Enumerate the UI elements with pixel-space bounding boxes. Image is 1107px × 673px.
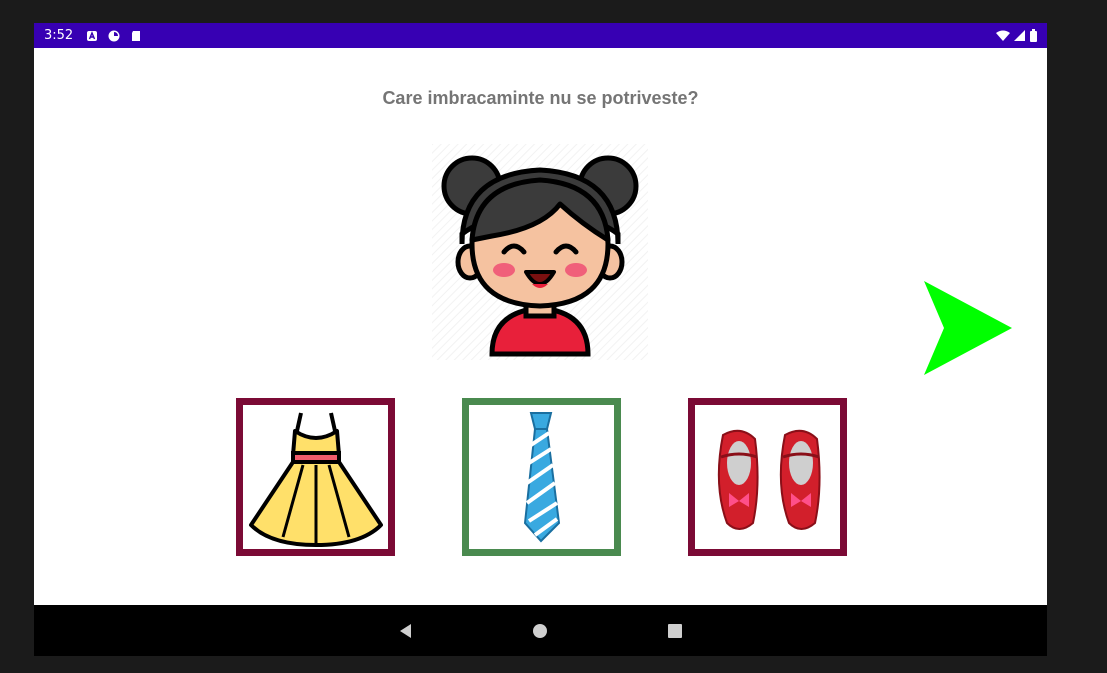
home-button[interactable] xyxy=(510,605,570,656)
battery-icon xyxy=(1030,29,1037,42)
notification-icons xyxy=(86,29,142,42)
home-icon xyxy=(533,623,547,638)
next-arrow-icon xyxy=(924,281,1012,375)
a-notification-icon xyxy=(86,29,98,41)
question-text: Care imbracaminte nu se potriveste? xyxy=(382,88,699,108)
device-screen: 3:52 Care imbracaminte nu se potriveste? xyxy=(34,23,1047,656)
option-dress[interactable] xyxy=(236,398,395,556)
shoes-icon xyxy=(717,429,821,530)
status-bar: 3:52 xyxy=(34,23,1047,48)
next-button[interactable] xyxy=(922,279,1014,377)
dress-icon xyxy=(249,412,383,547)
navigation-bar xyxy=(34,605,1047,656)
tie-icon xyxy=(523,412,561,543)
quiz-screen: Care imbracaminte nu se potriveste? xyxy=(34,48,1047,605)
data-usage-icon xyxy=(108,29,120,42)
option-tie[interactable] xyxy=(462,398,621,556)
back-button[interactable] xyxy=(376,605,436,656)
signal-icon xyxy=(1014,29,1025,41)
option-shoes[interactable] xyxy=(688,398,847,556)
back-icon xyxy=(400,623,411,638)
recents-icon xyxy=(668,623,682,638)
wifi-icon xyxy=(996,30,1010,41)
recents-button[interactable] xyxy=(645,605,705,656)
girl-avatar-image xyxy=(432,144,648,360)
sd-card-icon xyxy=(130,29,142,41)
system-status-icons xyxy=(996,29,1037,42)
status-time: 3:52 xyxy=(44,28,74,43)
